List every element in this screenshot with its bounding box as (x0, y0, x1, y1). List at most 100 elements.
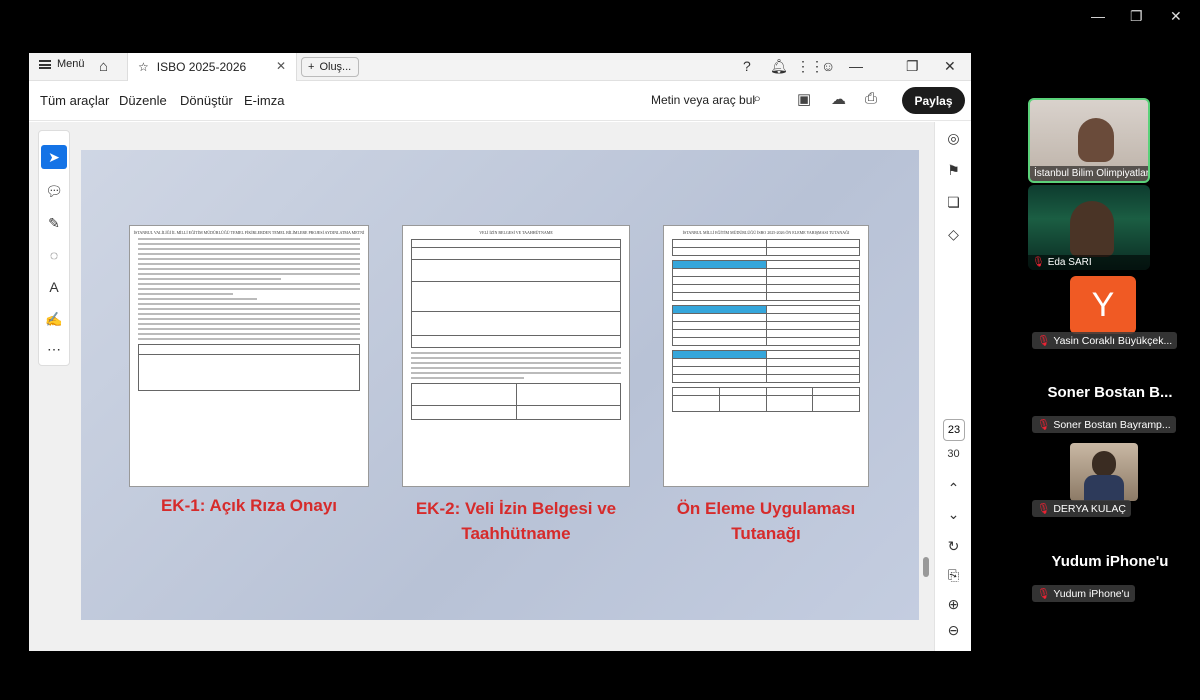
more-tools-icon[interactable]: ⋯ (39, 341, 69, 358)
print-icon[interactable]: ⎙ (865, 90, 877, 107)
restore-app-icon[interactable]: ❐ (906, 58, 919, 75)
create-button[interactable]: + Oluş... (301, 57, 359, 77)
document-tab[interactable]: ☆ ISBO 2025-2026 ✕ (127, 53, 297, 81)
ek2-form-table (411, 239, 621, 348)
mic-muted-icon: 🎙︎ (1037, 503, 1051, 515)
participant-tile-istanbul[interactable]: İstanbul Bilim Olimpiyatları (1028, 98, 1150, 183)
ek2-caption: EK-2: Veli İzin Belgesi ve Taahhütname (381, 496, 651, 546)
ek3-category-table-1 (672, 260, 860, 301)
layers-icon[interactable]: ◇ (935, 226, 972, 243)
participant-display-soner[interactable]: Soner Bostan B... (1030, 384, 1190, 401)
participant-name: Soner Bostan Bayramp... (1053, 419, 1171, 431)
slide-page: İSTANBUL VALİLİĞİ İL MİLLİ EĞİTİM MÜDÜRL… (81, 150, 919, 620)
menu-label: Menü (57, 58, 85, 70)
help-icon[interactable]: ? (743, 58, 751, 74)
ek1-document-thumbnail: İSTANBUL VALİLİĞİ İL MİLLİ EĞİTİM MÜDÜRL… (129, 225, 369, 487)
zoom-out-icon[interactable]: ⊖ (935, 622, 972, 639)
convert-menu[interactable]: Dönüştür (180, 93, 233, 108)
hamburger-icon (39, 59, 51, 69)
chevron-up-icon[interactable]: ⌃ (935, 480, 972, 497)
text-box-icon[interactable]: A (39, 279, 69, 295)
lasso-icon[interactable]: ◌ (39, 247, 69, 263)
ek1-consent-table (138, 344, 360, 391)
profile-icon[interactable]: ☺ (821, 58, 835, 74)
participant-video-derya[interactable] (1070, 443, 1138, 501)
comment-icon[interactable]: 💬︎ (39, 183, 69, 200)
zoom-in-icon[interactable]: ⊕ (935, 596, 972, 613)
search-icon[interactable]: ⌕ (753, 90, 761, 107)
mic-muted-icon: 🎙︎ (1032, 257, 1045, 268)
mic-muted-icon: 🎙︎ (1037, 588, 1051, 600)
all-tools-menu[interactable]: Tüm araçlar (40, 93, 109, 108)
plus-icon: + (308, 61, 315, 73)
participant-head (1092, 451, 1116, 477)
left-tool-rail: ➤ 💬︎ ✎ ◌ A ✍ ⋯ (38, 130, 70, 366)
ai-assistant-icon[interactable]: ◎ (935, 130, 972, 147)
participant-label-yudum: 🎙︎ Yudum iPhone'u (1032, 585, 1135, 602)
save-icon[interactable]: ▣ (797, 90, 811, 108)
ek3-info-table (672, 239, 860, 256)
title-bar: Menü ⌂ ☆ ISBO 2025-2026 ✕ + Oluş... ? 🔔︎… (29, 53, 971, 81)
ek1-caption: EK-1: Açık Rıza Onayı (160, 496, 338, 515)
edit-menu[interactable]: Düzenle (119, 93, 167, 108)
ek3-caption-line2: Tutanağı (731, 524, 801, 543)
current-page-field[interactable]: 23 (943, 419, 965, 441)
rotate-icon[interactable]: ↻ (935, 538, 972, 555)
restore-button[interactable]: ❐ (1130, 8, 1143, 25)
participant-name: Yudum iPhone'u (1053, 588, 1130, 600)
participant-name: DERYA KULAÇ (1053, 503, 1126, 515)
extract-page-icon[interactable]: ⎘ (935, 567, 972, 584)
mic-muted-icon: 🎙︎ (1037, 335, 1051, 347)
ek3-category-table-2 (672, 305, 860, 346)
document-area: ➤ 💬︎ ✎ ◌ A ✍ ⋯ İSTANBUL VALİLİĞİ İL MİLL… (29, 122, 971, 651)
mic-muted-icon: 🎙︎ (1037, 419, 1051, 431)
bell-icon[interactable]: 🔔︎ (770, 58, 788, 75)
ek2-caption-line2: Taahhütname (461, 524, 571, 543)
ek2-doc-title: VELİ İZİN BELGESİ VE TAAHHÜTNAME (479, 230, 553, 235)
ek3-document-thumbnail: İSTANBUL MİLLİ EĞİTİM MÜDÜRLÜĞÜ İSBO 202… (663, 225, 869, 487)
close-app-icon[interactable]: ✕ (944, 58, 956, 75)
ek3-category-table-3 (672, 350, 860, 383)
participant-avatar-yasin[interactable]: Y (1070, 276, 1136, 334)
participant-label-derya: 🎙︎ DERYA KULAÇ (1032, 500, 1131, 517)
participant-tile-eda[interactable]: 🎙︎ Eda SARI (1028, 185, 1150, 270)
minimize-app-icon[interactable]: — (849, 58, 863, 74)
apps-grid-icon[interactable]: ⋮⋮ (796, 58, 824, 75)
create-label: Oluş... (319, 61, 352, 73)
participant-name: İstanbul Bilim Olimpiyatları (1030, 166, 1148, 181)
pdf-viewer-window: Menü ⌂ ☆ ISBO 2025-2026 ✕ + Oluş... ? 🔔︎… (29, 53, 971, 651)
main-toolbar: Tüm araçlar Düzenle Dönüştür E-imza Meti… (29, 81, 971, 121)
ek3-summary-table (672, 387, 860, 412)
search-tools-input[interactable]: Metin veya araç bul (651, 93, 755, 107)
participant-video (1070, 201, 1114, 257)
ek3-doc-title: İSTANBUL MİLLİ EĞİTİM MÜDÜRLÜĞÜ İSBO 202… (682, 230, 850, 235)
vertical-scrollbar[interactable] (923, 557, 929, 577)
total-pages: 30 (947, 448, 960, 460)
pages-icon[interactable]: ❏ (935, 194, 972, 211)
upload-cloud-icon[interactable]: ☁ (831, 90, 846, 108)
sign-icon[interactable]: ✍ (39, 311, 69, 328)
share-button[interactable]: Paylaş (902, 87, 965, 114)
pen-icon[interactable]: ✎ (39, 215, 69, 232)
ek2-signature-table (411, 383, 621, 420)
chevron-down-icon[interactable]: ⌄ (935, 506, 972, 523)
ek2-caption-line1: EK-2: Veli İzin Belgesi ve (415, 499, 617, 518)
participant-label-yasin: 🎙︎ Yasin Coraklı Büyükçek... (1032, 332, 1178, 349)
star-icon[interactable]: ☆ (138, 60, 149, 74)
participant-name: Eda SARI (1047, 257, 1092, 268)
participant-name: Yasin Coraklı Büyükçek... (1053, 335, 1173, 347)
home-icon[interactable]: ⌂ (99, 58, 108, 75)
esign-menu[interactable]: E-imza (244, 93, 284, 108)
ek3-caption-line1: Ön Eleme Uygulaması (676, 499, 856, 518)
minimize-button[interactable]: — (1091, 8, 1105, 24)
select-cursor-icon[interactable]: ➤ (41, 145, 67, 169)
participant-body (1084, 475, 1124, 501)
close-tab-icon[interactable]: ✕ (276, 59, 286, 73)
right-tool-rail: ◎ ⚑ ❏ ◇ 23 30 ⌃ ⌄ ↻ ⎘ ⊕ ⊖ (934, 122, 971, 651)
bookmark-icon[interactable]: ⚑ (935, 162, 972, 179)
participant-name-row: 🎙︎ Eda SARI (1028, 255, 1150, 270)
close-window-button[interactable]: ✕ (1170, 8, 1182, 25)
ek2-document-thumbnail: VELİ İZİN BELGESİ VE TAAHHÜTNAME (402, 225, 630, 487)
menu-button[interactable]: Menü (39, 58, 85, 70)
participant-display-yudum[interactable]: Yudum iPhone'u (1030, 553, 1190, 570)
